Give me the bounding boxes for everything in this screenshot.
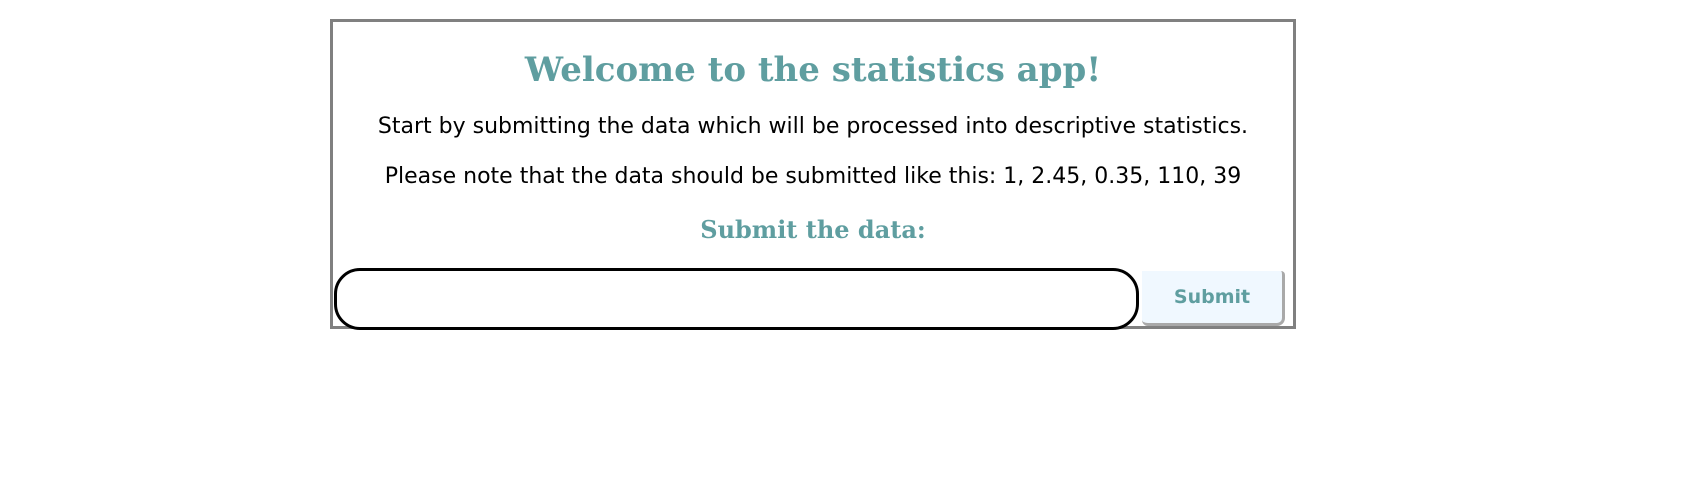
submit-button[interactable]: Submit [1142,271,1285,326]
format-note-text: Please note that the data should be subm… [384,164,1242,189]
submit-data-heading: Submit the data: [700,215,926,244]
statistics-card: Welcome to the statistics app! Start by … [330,19,1296,330]
intro-text: Start by submitting the data which will … [377,114,1249,139]
page-title: Welcome to the statistics app! [524,50,1102,90]
data-input[interactable] [334,268,1139,330]
